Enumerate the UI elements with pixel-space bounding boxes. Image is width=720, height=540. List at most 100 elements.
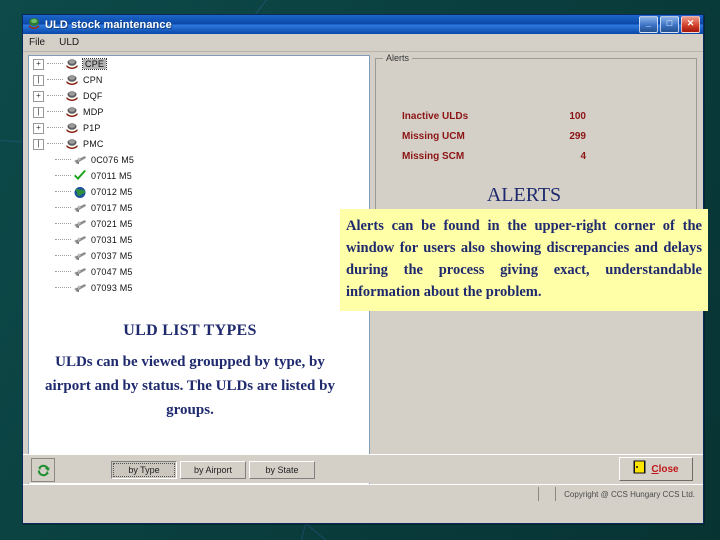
tree-expander[interactable]: +	[33, 58, 44, 70]
tree-group-label: CPN	[83, 75, 103, 85]
tree-connector	[47, 143, 63, 145]
tree-item-row[interactable]: 07012 M5	[29, 184, 369, 200]
refresh-icon[interactable]	[31, 458, 55, 482]
tree-connector	[55, 191, 71, 193]
tree-connector	[55, 239, 71, 241]
tree-connector	[55, 159, 71, 161]
tree-item-label: 07011 M5	[91, 171, 132, 181]
uld-plane-icon	[73, 218, 87, 231]
tree-expander[interactable]: +	[33, 122, 44, 134]
tree-connector	[55, 223, 71, 225]
alerts-group-title: Alerts	[383, 53, 413, 63]
uld-plane-icon	[73, 250, 87, 263]
uld-type-icon	[65, 122, 79, 135]
tree-group-label: DQF	[83, 91, 103, 101]
tree-item-label: 07017 M5	[91, 203, 133, 213]
tree-connector	[55, 255, 71, 257]
uld-plane-icon	[73, 282, 87, 295]
tree-connector	[55, 207, 71, 209]
grouping-tab-by-airport[interactable]: by Airport	[180, 461, 246, 479]
tree-item-label: 07047 M5	[91, 267, 133, 277]
close-window-button[interactable]: ✕	[681, 16, 700, 33]
window-controls: _ □ ✕	[639, 16, 701, 33]
close-button[interactable]: Close	[619, 457, 693, 481]
uld-plane-icon	[73, 202, 87, 215]
exit-door-icon	[633, 460, 646, 479]
check-icon	[73, 169, 87, 183]
tree-connector	[47, 63, 63, 65]
uld-type-icon	[65, 106, 79, 119]
tree-expander[interactable]: |	[33, 74, 44, 86]
copyright-label: Copyright @ CCS Hungary CCS Ltd.	[555, 487, 703, 501]
close-button-label: Close	[651, 463, 679, 475]
tree-connector	[55, 271, 71, 273]
uld-list-types-callout: ULD LIST TYPES ULDs can be viewed groupp…	[40, 322, 340, 422]
window-toolbar: by Type by Airport by State Close	[23, 454, 703, 483]
alert-value: 299	[569, 131, 586, 142]
uld-plane-icon	[73, 266, 87, 279]
window-title: ULD stock maintenance	[45, 18, 172, 31]
tree-connector	[47, 127, 63, 129]
uld-list-types-text: ULDs can be viewed groupped by type, by …	[45, 354, 335, 418]
tree-group-label: MDP	[83, 107, 104, 117]
tree-expander[interactable]: |	[33, 106, 44, 118]
alert-label: Missing SCM	[402, 151, 465, 162]
tree-item-row[interactable]: 07093 M5	[29, 280, 369, 296]
tree-connector	[47, 111, 63, 113]
tree-item-row[interactable]: 07037 M5	[29, 248, 369, 264]
tree-expander[interactable]: |	[33, 138, 44, 150]
tree-connector	[55, 287, 71, 289]
status-bar: Copyright @ CCS Hungary CCS Ltd.	[23, 484, 703, 503]
tree-connector	[47, 95, 63, 97]
uld-tree-view[interactable]: + CPE | CPN + DQF | MDP + P1P | PMC 0C076 M5 07011 M…	[28, 55, 370, 500]
alert-value: 4	[580, 151, 586, 162]
tree-item-row[interactable]: 07017 M5	[29, 200, 369, 216]
uld-item-list: 0C076 M5 07011 M5 07012 M5 07017 M5 07021 M5…	[29, 152, 369, 296]
alerts-callout: ALERTS Alerts can be found in the upper-…	[340, 183, 708, 311]
globe-icon	[73, 186, 87, 199]
tree-item-label: 07021 M5	[91, 219, 133, 229]
grouping-tab-by-state[interactable]: by State	[249, 461, 315, 479]
tree-item-row[interactable]: 07047 M5	[29, 264, 369, 280]
tree-group-row[interactable]: | CPN	[29, 72, 369, 88]
alert-value: 100	[569, 111, 586, 122]
tree-item-row[interactable]: 0C076 M5	[29, 152, 369, 168]
tree-item-label: 07031 M5	[91, 235, 133, 245]
tree-group-row[interactable]: + DQF	[29, 88, 369, 104]
uld-list-types-heading: ULD LIST TYPES	[123, 322, 257, 339]
alerts-callout-body: Alerts can be found in the upper-right c…	[340, 209, 708, 311]
grouping-tab-by-type[interactable]: by Type	[111, 461, 177, 479]
uld-app-icon	[27, 17, 42, 32]
tree-group-label: CPE	[81, 58, 108, 70]
menu-item-file[interactable]: File	[29, 37, 45, 48]
menu-item-uld[interactable]: ULD	[59, 37, 79, 48]
tree-group-label: PMC	[83, 139, 104, 149]
tree-expander[interactable]: +	[33, 90, 44, 102]
tree-group-row[interactable]: | MDP	[29, 104, 369, 120]
alerts-callout-text: Alerts can be found in the upper-right c…	[346, 218, 702, 300]
grouping-tab-buttons: by Type by Airport by State	[111, 461, 318, 479]
tree-connector	[47, 79, 63, 81]
alert-label: Missing UCM	[402, 131, 465, 142]
tree-group-row[interactable]: + P1P	[29, 120, 369, 136]
uld-plane-icon	[73, 154, 87, 167]
tree-item-row[interactable]: 07011 M5	[29, 168, 369, 184]
tree-item-label: 07037 M5	[91, 251, 133, 261]
uld-type-icon	[65, 138, 79, 151]
menu-bar: File ULD	[23, 34, 703, 52]
title-bar: ULD stock maintenance _ □ ✕	[23, 15, 703, 34]
tree-group-row[interactable]: | PMC	[29, 136, 369, 152]
status-spacer-cell	[538, 487, 555, 501]
tree-item-row[interactable]: 07021 M5	[29, 216, 369, 232]
tree-item-label: 0C076 M5	[91, 155, 135, 165]
minimize-button[interactable]: _	[639, 16, 658, 33]
slide-background: ULD stock maintenance _ □ ✕ File ULD + CP…	[0, 0, 720, 540]
tree-group-row[interactable]: + CPE	[29, 56, 369, 72]
maximize-button[interactable]: □	[660, 16, 679, 33]
uld-plane-icon	[73, 234, 87, 247]
tree-connector	[55, 175, 71, 177]
alerts-callout-heading: ALERTS	[486, 184, 562, 206]
tree-item-label: 07093 M5	[91, 283, 133, 293]
uld-type-icon	[65, 90, 79, 103]
tree-item-row[interactable]: 07031 M5	[29, 232, 369, 248]
